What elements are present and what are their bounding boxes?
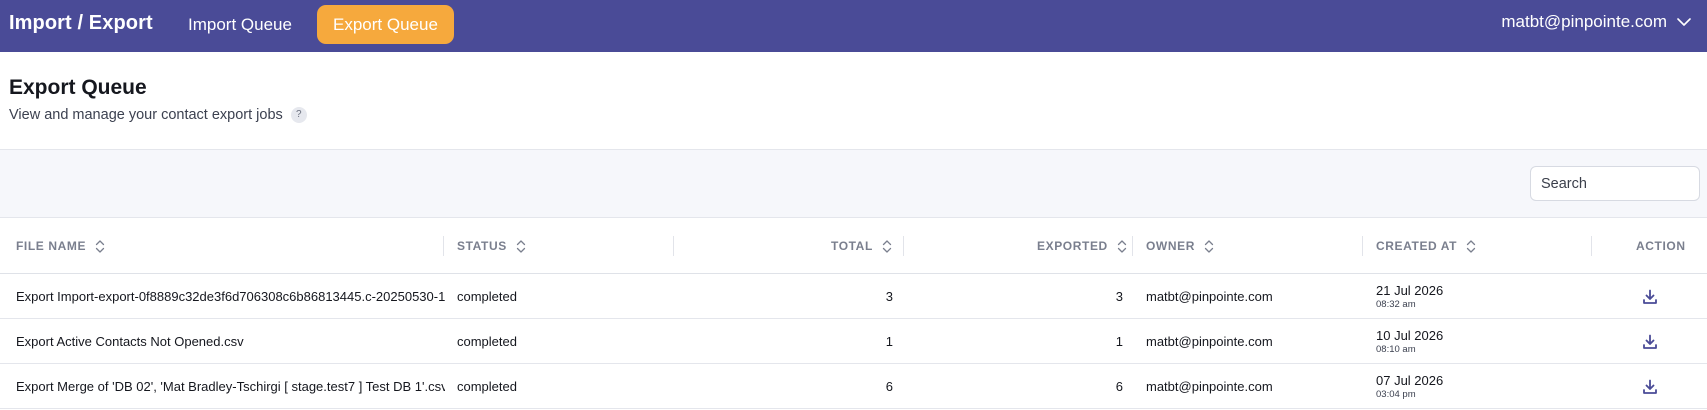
column-label-action: ACTION	[1636, 239, 1686, 253]
download-icon	[1643, 379, 1657, 394]
created-at-cell: 10 Jul 2026 08:10 am	[1376, 319, 1576, 364]
download-button[interactable]	[1640, 319, 1660, 364]
tab-export-queue[interactable]: Export Queue	[317, 5, 454, 44]
column-header-status[interactable]: STATUS	[457, 218, 526, 274]
export-queue-table: FILE NAME STATUS TOTAL EXPORTED OWNER CR…	[0, 218, 1707, 409]
column-divider[interactable]	[903, 236, 904, 256]
download-button[interactable]	[1640, 364, 1660, 409]
column-label-total: TOTAL	[831, 239, 873, 253]
table-toolbar	[0, 149, 1707, 218]
total-cell: 6	[885, 379, 893, 394]
created-time: 08:10 am	[1376, 343, 1416, 355]
column-label-owner: OWNER	[1146, 239, 1195, 253]
owner-cell: matbt@pinpointe.com	[1146, 379, 1273, 394]
search-input[interactable]	[1530, 166, 1700, 201]
column-divider[interactable]	[673, 236, 674, 256]
column-header-exported[interactable]: EXPORTED	[1037, 218, 1127, 274]
table-row: Export Active Contacts Not Opened.csv co…	[0, 319, 1707, 364]
column-header-file-name[interactable]: FILE NAME	[16, 218, 105, 274]
column-divider[interactable]	[443, 236, 444, 256]
table-row: Export Import-export-0f8889c32de3f6d7063…	[0, 274, 1707, 319]
column-header-total[interactable]: TOTAL	[831, 218, 892, 274]
column-header-action: ACTION	[1636, 218, 1686, 274]
download-icon	[1643, 334, 1657, 349]
exported-cell: 3	[1115, 289, 1123, 304]
created-date: 21 Jul 2026	[1376, 282, 1444, 298]
created-date: 07 Jul 2026	[1376, 372, 1444, 388]
tab-import-queue[interactable]: Import Queue	[172, 5, 308, 44]
column-divider[interactable]	[1362, 236, 1363, 256]
page-subtitle: View and manage your contact export jobs…	[9, 107, 307, 123]
exported-cell: 1	[1115, 334, 1123, 349]
created-time: 08:32 am	[1376, 298, 1416, 310]
sort-icon	[1204, 239, 1214, 253]
column-label-created-at: CREATED AT	[1376, 239, 1458, 253]
page-description: View and manage your contact export jobs	[9, 107, 283, 123]
exported-cell: 6	[1115, 379, 1123, 394]
sort-icon	[516, 239, 525, 253]
status-cell: completed	[457, 289, 517, 304]
sort-icon	[1117, 239, 1126, 253]
sort-icon	[882, 239, 892, 253]
column-label-file-name: FILE NAME	[16, 239, 87, 253]
top-navigation-bar: Import / Export Import Queue Export Queu…	[0, 0, 1707, 52]
column-header-owner[interactable]: OWNER	[1146, 218, 1214, 274]
created-at-cell: 21 Jul 2026 08:32 am	[1376, 274, 1576, 319]
total-cell: 1	[885, 334, 893, 349]
created-date: 10 Jul 2026	[1376, 327, 1444, 343]
user-email: matbt@pinpointe.com	[1501, 12, 1667, 31]
total-cell: 3	[885, 289, 893, 304]
file-name-cell: Export Merge of 'DB 02', 'Mat Bradley-Ts…	[16, 379, 445, 394]
download-icon	[1643, 289, 1657, 304]
owner-cell: matbt@pinpointe.com	[1146, 289, 1273, 304]
column-label-status: STATUS	[457, 239, 507, 253]
table-header: FILE NAME STATUS TOTAL EXPORTED OWNER CR…	[0, 218, 1707, 274]
app-title: Import / Export	[9, 12, 153, 34]
created-time: 03:04 pm	[1376, 388, 1416, 400]
page-title: Export Queue	[9, 76, 147, 99]
column-divider[interactable]	[1591, 236, 1592, 256]
sort-icon	[95, 239, 105, 253]
file-name-cell: Export Import-export-0f8889c32de3f6d7063…	[16, 289, 445, 304]
download-button[interactable]	[1640, 274, 1660, 319]
status-cell: completed	[457, 334, 517, 349]
column-label-exported: EXPORTED	[1037, 239, 1108, 253]
help-icon[interactable]: ?	[290, 107, 307, 123]
created-at-cell: 07 Jul 2026 03:04 pm	[1376, 364, 1576, 409]
table-row: Export Merge of 'DB 02', 'Mat Bradley-Ts…	[0, 364, 1707, 409]
status-cell: completed	[457, 379, 517, 394]
sort-icon	[1466, 239, 1476, 253]
column-divider[interactable]	[1132, 236, 1133, 256]
user-menu[interactable]: matbt@pinpointe.com	[1501, 12, 1691, 32]
column-header-created-at[interactable]: CREATED AT	[1376, 218, 1476, 274]
owner-cell: matbt@pinpointe.com	[1146, 334, 1273, 349]
file-name-cell: Export Active Contacts Not Opened.csv	[16, 334, 244, 349]
chevron-down-icon	[1677, 18, 1691, 26]
